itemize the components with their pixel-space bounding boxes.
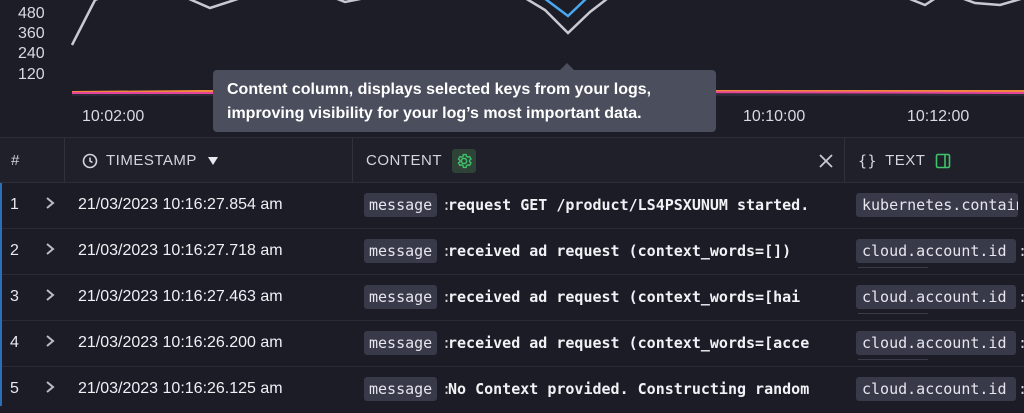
row-number: 3 [10, 288, 19, 305]
row-timestamp: 21/03/2023 10:16:26.125 am [78, 380, 283, 397]
text-key-pill[interactable]: kubernetes.container [856, 193, 1018, 217]
braces-icon: {} [858, 151, 878, 170]
column-header-label: TEXT [885, 152, 926, 169]
row-timestamp: 21/03/2023 10:16:27.718 am [78, 242, 283, 259]
key-separator: : [1018, 380, 1024, 398]
chevron-right-icon[interactable] [45, 380, 55, 399]
gear-icon[interactable] [452, 148, 476, 173]
content-column-tooltip: Content column, displays selected keys f… [213, 63, 716, 132]
row-number: 4 [10, 334, 19, 351]
table-row[interactable]: 4 21/03/2023 10:16:26.200 am message : r… [0, 321, 1024, 367]
content-key-pill[interactable]: message [364, 239, 438, 263]
content-value: received ad request (context_words=[hai [448, 288, 801, 306]
column-header-label: TIMESTAMP [106, 152, 197, 169]
text-key-pill[interactable]: cloud.account.id [856, 377, 1016, 401]
key-separator: : [1018, 242, 1024, 260]
panel-icon[interactable] [935, 153, 951, 169]
row-divider [858, 313, 928, 314]
column-header-timestamp[interactable]: TIMESTAMP [82, 138, 219, 183]
row-divider [858, 359, 928, 360]
column-divider[interactable] [844, 138, 845, 183]
chevron-right-icon[interactable] [45, 242, 55, 261]
table-row[interactable]: 5 21/03/2023 10:16:26.125 am message : N… [0, 367, 1024, 413]
series-line-grey [70, 0, 1022, 46]
text-key-pill[interactable]: cloud.account.id [856, 331, 1016, 355]
content-value: No Context provided. Constructing random [448, 380, 810, 398]
table-header: # TIMESTAMP CONTENT {} TEXT [0, 137, 1024, 183]
content-key-pill[interactable]: message [364, 331, 438, 355]
y-tick-label: 120 [18, 66, 45, 83]
y-tick-label: 480 [18, 5, 45, 22]
row-timestamp: 21/03/2023 10:16:27.854 am [78, 196, 283, 213]
content-value: received ad request (context_words=[]) [448, 242, 792, 260]
chevron-right-icon[interactable] [45, 196, 55, 215]
content-key-pill[interactable]: message [364, 285, 438, 309]
row-accent-bar [0, 183, 2, 406]
text-key-pill[interactable]: cloud.account.id [856, 285, 1016, 309]
x-tick-label: 10:02:00 [82, 108, 145, 125]
column-header-content[interactable]: CONTENT [366, 138, 476, 183]
y-tick-label: 240 [18, 45, 45, 62]
chevron-right-icon[interactable] [45, 334, 55, 353]
column-header-label: CONTENT [366, 152, 442, 169]
table-row[interactable]: 2 21/03/2023 10:16:27.718 am message : r… [0, 229, 1024, 275]
x-tick-label: 10:10:00 [743, 108, 806, 125]
table-row[interactable]: 3 21/03/2023 10:16:27.463 am message : r… [0, 275, 1024, 321]
column-header-text[interactable]: {} TEXT [858, 138, 951, 183]
content-key-pill[interactable]: message [364, 193, 438, 217]
row-timestamp: 21/03/2023 10:16:27.463 am [78, 288, 283, 305]
key-separator: : [1018, 334, 1024, 352]
row-number: 5 [10, 380, 19, 397]
sort-desc-icon[interactable] [207, 156, 219, 166]
column-header-index: # [11, 152, 20, 169]
chevron-right-icon[interactable] [45, 288, 55, 307]
clock-icon [82, 153, 98, 169]
close-icon[interactable] [819, 138, 833, 183]
tooltip-arrow [559, 63, 575, 71]
tooltip-line: improving visibility for your log’s most… [227, 105, 642, 122]
row-number: 2 [10, 242, 19, 259]
tooltip-line: Content column, displays selected keys f… [227, 81, 652, 98]
table-row[interactable]: 1 21/03/2023 10:16:27.854 am message : r… [0, 183, 1024, 229]
column-divider[interactable] [352, 138, 353, 183]
row-divider [858, 267, 928, 268]
row-timestamp: 21/03/2023 10:16:26.200 am [78, 334, 283, 351]
content-value: request GET /product/LS4PSXUNUM started. [448, 196, 810, 214]
content-value: received ad request (context_words=[acce [448, 334, 810, 352]
row-number: 1 [10, 196, 19, 213]
content-key-pill[interactable]: message [364, 377, 438, 401]
text-key-pill[interactable]: cloud.account.id [856, 239, 1016, 263]
y-tick-label: 360 [18, 25, 45, 42]
column-divider[interactable] [64, 138, 65, 183]
key-separator: : [1018, 288, 1024, 306]
x-tick-label: 10:12:00 [907, 108, 970, 125]
